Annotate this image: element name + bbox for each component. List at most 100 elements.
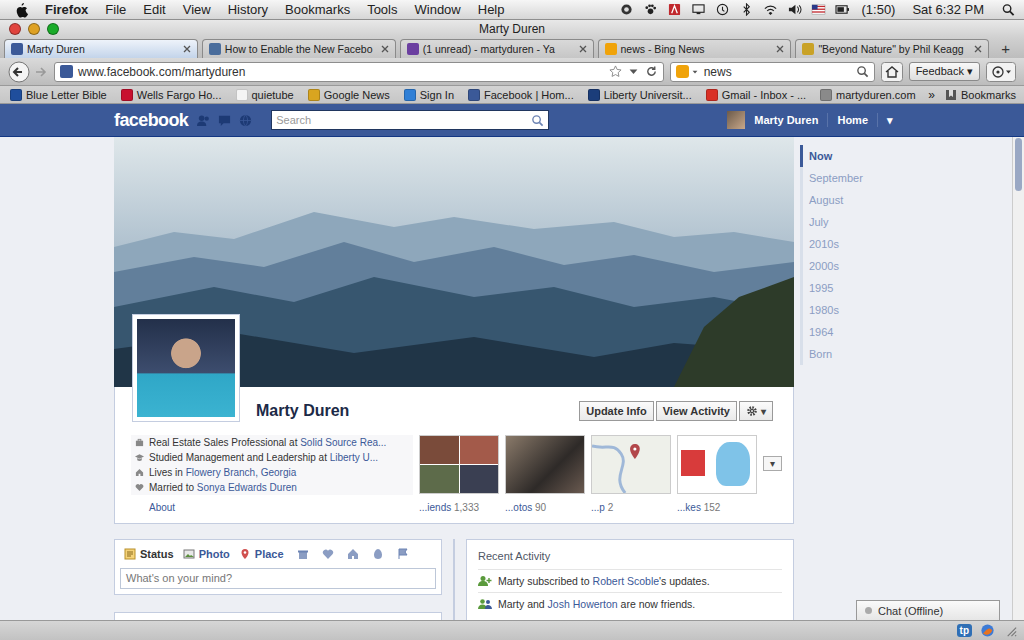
search-field[interactable]: news — [670, 62, 875, 82]
bing-icon[interactable] — [676, 65, 689, 78]
history-dropdown-icon[interactable] — [627, 65, 640, 78]
bookmarks-overflow[interactable]: » — [928, 88, 935, 102]
chat-bar[interactable]: Chat (Offline) — [856, 600, 1000, 620]
composer-tab[interactable]: Place — [239, 548, 284, 560]
menu-item[interactable]: Help — [478, 2, 505, 17]
home-icon[interactable] — [881, 62, 903, 82]
bookmark-item[interactable]: Facebook | Hom... — [468, 89, 574, 101]
timeline-nav-item[interactable]: 1995 — [800, 277, 996, 299]
health-icon[interactable] — [372, 548, 384, 560]
close-tab-icon[interactable] — [974, 45, 982, 53]
menu-item[interactable]: Edit — [143, 2, 165, 17]
battery-icon[interactable] — [835, 3, 850, 16]
paw-icon[interactable] — [643, 3, 658, 16]
bookmark-item[interactable]: quietube — [236, 89, 294, 101]
search-icon[interactable] — [856, 65, 869, 78]
firefox-sync-icon[interactable] — [980, 623, 995, 638]
profile-tile[interactable]: ...otos 90 — [505, 435, 585, 513]
timeline-nav-item[interactable]: Now — [800, 145, 996, 167]
timeline-nav-item[interactable]: 1980s — [800, 299, 996, 321]
scrollbar[interactable] — [1012, 137, 1024, 620]
bluetooth-icon[interactable] — [739, 3, 754, 16]
bookmark-item[interactable]: Google News — [308, 89, 390, 101]
timeline-nav-item[interactable]: August — [800, 189, 996, 211]
profile-picture[interactable] — [133, 315, 239, 421]
close-tab-icon[interactable] — [183, 45, 191, 53]
close-tab-icon[interactable] — [776, 45, 784, 53]
display-icon[interactable] — [691, 3, 706, 16]
spotlight-icon[interactable] — [1001, 3, 1016, 16]
back-icon[interactable] — [8, 61, 30, 83]
adobe-icon[interactable] — [667, 3, 682, 16]
life-event-icon[interactable] — [297, 548, 309, 560]
info-link[interactable]: Sonya Edwards Duren — [197, 482, 297, 493]
facebook-logo[interactable]: facebook — [114, 110, 188, 131]
timeline-nav-item[interactable]: September — [800, 167, 996, 189]
bookmark-item[interactable]: Gmail - Inbox - ... — [706, 89, 806, 101]
reload-icon[interactable] — [645, 65, 658, 78]
info-link[interactable]: Flowery Branch, Georgia — [186, 467, 297, 478]
composer-tab[interactable]: Status — [124, 548, 174, 560]
flag-icon[interactable] — [811, 3, 826, 16]
browser-tab[interactable]: Marty Duren — [4, 39, 198, 58]
relationship-icon[interactable] — [322, 548, 334, 560]
minimize-button[interactable] — [28, 23, 40, 35]
browser-tab[interactable]: "Beyond Nature" by Phil Keagg — [795, 39, 989, 58]
menu-item[interactable]: View — [183, 2, 211, 17]
composer-tab[interactable]: Photo — [183, 548, 230, 560]
new-tab-button[interactable]: + — [993, 40, 1018, 58]
bookmark-item[interactable]: Sign In — [404, 89, 454, 101]
clock[interactable]: Sat 6:32 PM — [912, 2, 984, 17]
messages-icon[interactable] — [217, 114, 232, 127]
bookmarks-menu[interactable]: Bookmarks — [945, 89, 1016, 101]
info-link[interactable]: Liberty U... — [330, 452, 378, 463]
about-link[interactable]: About — [131, 502, 413, 513]
settings-button[interactable]: ▾ — [739, 401, 773, 421]
timeline-nav-item[interactable]: 2000s — [800, 255, 996, 277]
feedback-button[interactable]: Feedback ▾ — [909, 62, 980, 81]
milestone-icon[interactable] — [397, 548, 409, 560]
timeline-nav-item[interactable]: 1964 — [800, 321, 996, 343]
home-living-icon[interactable] — [347, 548, 359, 560]
url-field[interactable]: www.facebook.com/martyduren — [54, 62, 664, 82]
status-input[interactable]: What's on your mind? — [120, 568, 436, 589]
app-menu[interactable]: Firefox — [45, 2, 88, 17]
more-tiles-button[interactable]: ▾ — [763, 456, 782, 471]
search-icon[interactable] — [531, 114, 544, 127]
battery-time[interactable]: (1:50) — [861, 2, 895, 17]
browser-tab[interactable]: news - Bing News — [598, 39, 792, 58]
close-button[interactable] — [9, 23, 21, 35]
addon-button[interactable]: tp — [957, 624, 972, 637]
time-machine-icon[interactable] — [715, 3, 730, 16]
friend-requests-icon[interactable] — [196, 114, 211, 127]
menu-item[interactable]: Bookmarks — [285, 2, 350, 17]
bookmark-item[interactable]: Blue Letter Bible — [10, 89, 107, 101]
info-link[interactable]: Solid Source Rea... — [300, 437, 386, 448]
engine-dropdown-icon[interactable] — [691, 68, 699, 76]
timeline-nav-item[interactable]: 2010s — [800, 233, 996, 255]
browser-tab[interactable]: How to Enable the New Facebo — [202, 39, 396, 58]
bookmark-item[interactable]: Liberty Universit... — [588, 89, 692, 101]
facebook-search[interactable]: Search — [271, 110, 549, 130]
profile-tile[interactable]: ...kes 152 — [677, 435, 757, 513]
profile-tile[interactable]: ...iends 1,333 — [419, 435, 499, 513]
browser-tab[interactable]: (1 unread) - martyduren - Ya — [400, 39, 594, 58]
menu-item[interactable]: Window — [415, 2, 461, 17]
wifi-icon[interactable] — [763, 3, 778, 16]
scrollbar-thumb[interactable] — [1015, 138, 1022, 191]
bookmark-item[interactable]: martyduren.com — [820, 89, 915, 101]
user-avatar[interactable] — [727, 111, 745, 129]
menu-item[interactable]: History — [228, 2, 268, 17]
close-tab-icon[interactable] — [579, 45, 587, 53]
resize-grip-icon[interactable] — [1003, 623, 1018, 638]
zoom-button[interactable] — [47, 23, 59, 35]
home-link[interactable]: Home — [834, 114, 871, 126]
menu-item[interactable]: Tools — [367, 2, 397, 17]
account-menu[interactable]: ▾ — [884, 114, 896, 127]
profile-link[interactable]: Marty Duren — [751, 114, 821, 126]
bookmark-item[interactable]: Wells Fargo Ho... — [121, 89, 222, 101]
profile-tile[interactable]: ...p 2 — [591, 435, 671, 513]
close-tab-icon[interactable] — [381, 45, 389, 53]
forward-icon[interactable] — [32, 64, 48, 80]
timeline-nav-item[interactable]: July — [800, 211, 996, 233]
